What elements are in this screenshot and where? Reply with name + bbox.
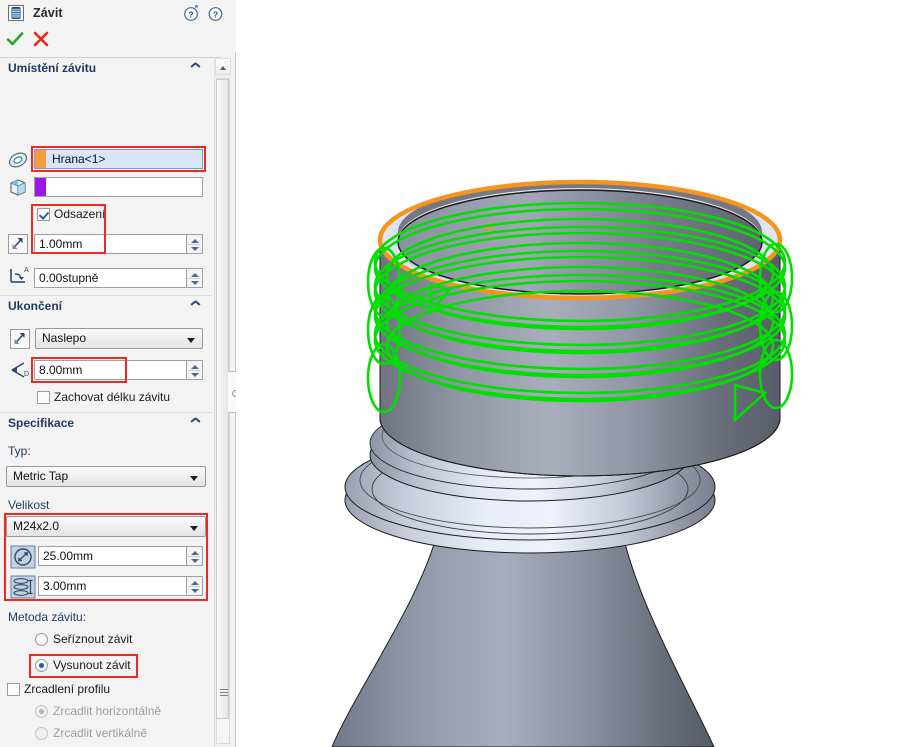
start-angle-value: 0.00stupně xyxy=(39,271,99,285)
end-condition-value: Naslepo xyxy=(42,331,87,345)
help-star-icon[interactable]: ? * xyxy=(183,3,200,22)
selection-color-swatch xyxy=(35,150,46,168)
model-geometry xyxy=(331,179,794,747)
end-condition-combo[interactable]: Naslepo xyxy=(35,328,203,349)
thread-method-label: Metoda závitu: xyxy=(8,610,87,624)
diameter-icon[interactable] xyxy=(10,545,36,569)
pitch-icon[interactable] xyxy=(10,575,36,599)
page-title: Závit xyxy=(33,6,63,20)
offset-distance-stepper[interactable] xyxy=(187,234,203,254)
edge-select-icon xyxy=(6,148,30,172)
radio-cut-thread[interactable] xyxy=(35,633,48,646)
offset-distance-value: 1.00mm xyxy=(39,237,83,251)
chevron-up-icon[interactable] xyxy=(191,304,200,309)
section-header-placement[interactable]: Umístění závitu xyxy=(0,58,212,80)
end-condition-icon xyxy=(8,327,32,351)
thread-type-value: Metric Tap xyxy=(13,469,69,483)
section-title-specification: Specifikace xyxy=(8,416,75,430)
panel-title-bar: Závit ? * ? xyxy=(0,0,236,26)
scroll-grip-icon xyxy=(220,689,228,696)
face-selection-field[interactable] xyxy=(34,177,203,197)
edge-selection-field[interactable]: Hrana<1> xyxy=(34,149,203,169)
radio-mirror-horizontal-label: Zrcadlit horizontálně xyxy=(53,704,162,718)
svg-text:?: ? xyxy=(188,9,193,19)
face-select-icon xyxy=(6,176,30,200)
radio-cut-thread-label: Seříznout závit xyxy=(53,632,133,646)
thread-pitch-input[interactable]: 3.00mm xyxy=(38,576,187,596)
thread-size-value: M24x2.0 xyxy=(13,519,60,533)
section-header-specification[interactable]: Specifikace xyxy=(0,413,212,435)
scroll-up-arrow-icon[interactable] xyxy=(215,58,231,75)
offset-distance-input[interactable]: 1.00mm xyxy=(34,234,187,254)
depth-icon: D xyxy=(7,358,31,382)
threaded-bottle-neck-model xyxy=(331,179,794,747)
thread-type-combo[interactable]: Metric Tap xyxy=(6,466,206,487)
size-label: Velikost xyxy=(8,498,50,512)
panel-scroll-area: Umístění závitu Hrana<1> Odsazení 1.00mm… xyxy=(0,58,212,747)
section-header-end-condition[interactable]: Ukončení xyxy=(0,296,212,318)
keep-thread-length-checkbox[interactable] xyxy=(37,391,50,404)
svg-text:?: ? xyxy=(213,9,218,19)
svg-text:*: * xyxy=(195,5,199,13)
mirror-profile-label: Zrcadlení profilu xyxy=(24,682,111,696)
offset-checkbox-label: Odsazení xyxy=(54,207,106,221)
thread-icon xyxy=(7,4,25,22)
radio-extrude-thread-label: Vysunout závit xyxy=(53,658,131,672)
confirm-ok-button[interactable] xyxy=(4,28,26,50)
panel-action-row xyxy=(0,26,236,52)
chevron-down-icon xyxy=(187,338,195,343)
graphics-viewport[interactable] xyxy=(236,0,900,747)
start-angle-stepper[interactable] xyxy=(187,268,203,288)
chevron-down-icon xyxy=(190,476,198,481)
svg-text:A: A xyxy=(24,267,29,274)
radio-mirror-horizontal xyxy=(35,705,48,718)
thread-pitch-stepper[interactable] xyxy=(187,576,203,596)
section-title-placement: Umístění závitu xyxy=(8,61,97,75)
keep-thread-length-label: Zachovat délku závitu xyxy=(54,390,171,404)
thread-size-combo[interactable]: M24x2.0 xyxy=(6,516,206,537)
chevron-up-icon[interactable] xyxy=(191,66,200,71)
thread-depth-input[interactable]: 8.00mm xyxy=(34,360,187,380)
type-label: Typ: xyxy=(8,444,31,458)
radio-extrude-thread[interactable] xyxy=(35,659,48,672)
chevron-down-icon xyxy=(190,526,198,531)
thread-depth-value: 8.00mm xyxy=(39,363,83,377)
thread-diameter-value: 25.00mm xyxy=(43,549,94,563)
offset-arrow-icon xyxy=(6,232,30,256)
radio-mirror-vertical xyxy=(35,727,48,740)
section-title-end-condition: Ukončení xyxy=(8,299,63,313)
start-angle-icon: A xyxy=(6,263,30,287)
thread-pitch-value: 3.00mm xyxy=(43,579,87,593)
cancel-button[interactable] xyxy=(30,28,52,50)
svg-text:D: D xyxy=(24,371,29,378)
thread-diameter-stepper[interactable] xyxy=(187,546,203,566)
edge-selection-value: Hrana<1> xyxy=(52,152,106,166)
help-icon[interactable]: ? xyxy=(207,5,224,22)
thread-depth-stepper[interactable] xyxy=(187,360,203,380)
radio-mirror-vertical-label: Zrcadlit vertikálně xyxy=(53,726,148,740)
mirror-profile-checkbox[interactable] xyxy=(7,683,20,696)
chevron-up-icon[interactable] xyxy=(191,421,200,426)
property-manager-panel: Závit ? * ? Umístění závitu Hrana<1> Ods… xyxy=(0,0,242,747)
start-angle-input[interactable]: 0.00stupně xyxy=(34,268,187,288)
offset-checkbox[interactable] xyxy=(37,208,50,221)
face-color-swatch xyxy=(35,178,46,196)
thread-diameter-input[interactable]: 25.00mm xyxy=(38,546,187,566)
